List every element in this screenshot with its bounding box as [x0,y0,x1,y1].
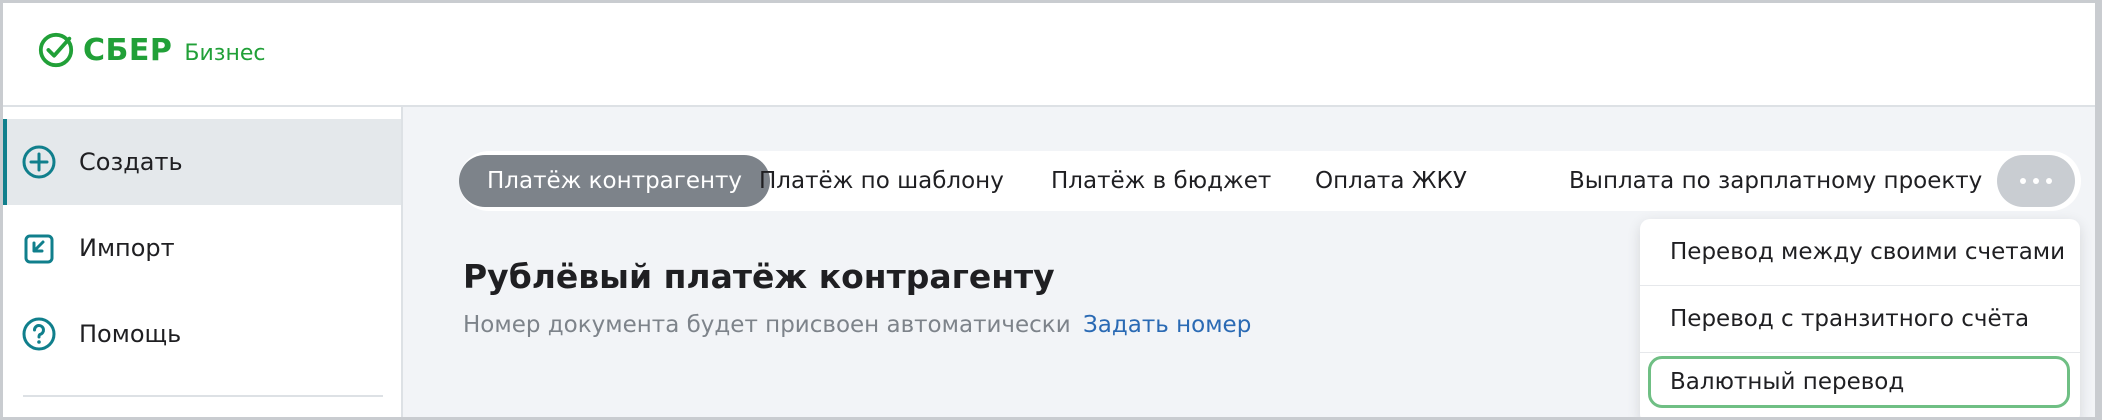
header: СБЕР Бизнес [3,3,2095,107]
sber-business-logo[interactable]: СБЕР Бизнес [37,31,265,69]
sber-logo-icon [38,32,74,68]
help-circle-icon [22,317,56,351]
plus-circle-icon [22,145,56,179]
sidebar-item-label: Создать [79,148,183,176]
import-icon [24,234,54,264]
sidebar-item-label: Помощь [79,320,182,348]
sidebar: Создать Импорт Помощь [3,107,403,417]
menu-divider [1640,352,2080,353]
sidebar-divider [23,395,383,397]
sidebar-item-label: Импорт [79,234,175,262]
tab-salary-project-payout[interactable]: Выплата по зарплатному проекту [1569,155,1982,207]
tab-template-payment[interactable]: Платёж по шаблону [759,155,1004,207]
tab-counterparty-payment[interactable]: Платёж контрагенту [459,155,771,207]
more-dots-icon [2020,178,2026,184]
brand-name: СБЕР [83,32,173,68]
menu-item-label: Перевод между своими счетами [1670,239,2066,265]
document-number-note: Номер документа будет присвоен автоматич… [463,312,1071,338]
menu-item-transit-account-transfer[interactable]: Перевод с транзитного счёта [1640,286,2080,352]
tab-utilities-payment[interactable]: Оплата ЖКУ [1315,155,1467,207]
sidebar-item-help[interactable]: Помощь [3,291,401,377]
page-title: Рублёвый платёж контрагенту [463,257,1055,296]
menu-item-currency-transfer[interactable]: Валютный перевод [1648,356,2070,408]
set-number-link[interactable]: Задать номер [1083,312,1251,338]
more-options-dropdown: Перевод между своими счетами Перевод с т… [1640,219,2080,417]
sidebar-item-create[interactable]: Создать [3,119,401,205]
menu-item-own-accounts-transfer[interactable]: Перевод между своими счетами [1640,219,2080,285]
menu-item-label: Валютный перевод [1670,369,1905,395]
app-window: СБЕР Бизнес Создать Импорт Помощь Платёж… [3,3,2095,417]
more-button[interactable] [1997,155,2075,207]
brand-subtitle: Бизнес [184,40,266,66]
tab-budget-payment[interactable]: Платёж в бюджет [1051,155,1271,207]
sidebar-item-import[interactable]: Импорт [3,205,401,291]
menu-item-label: Перевод с транзитного счёта [1670,306,2030,332]
payment-type-tabs: Платёж контрагенту Платёж по шаблону Пла… [459,151,2081,211]
